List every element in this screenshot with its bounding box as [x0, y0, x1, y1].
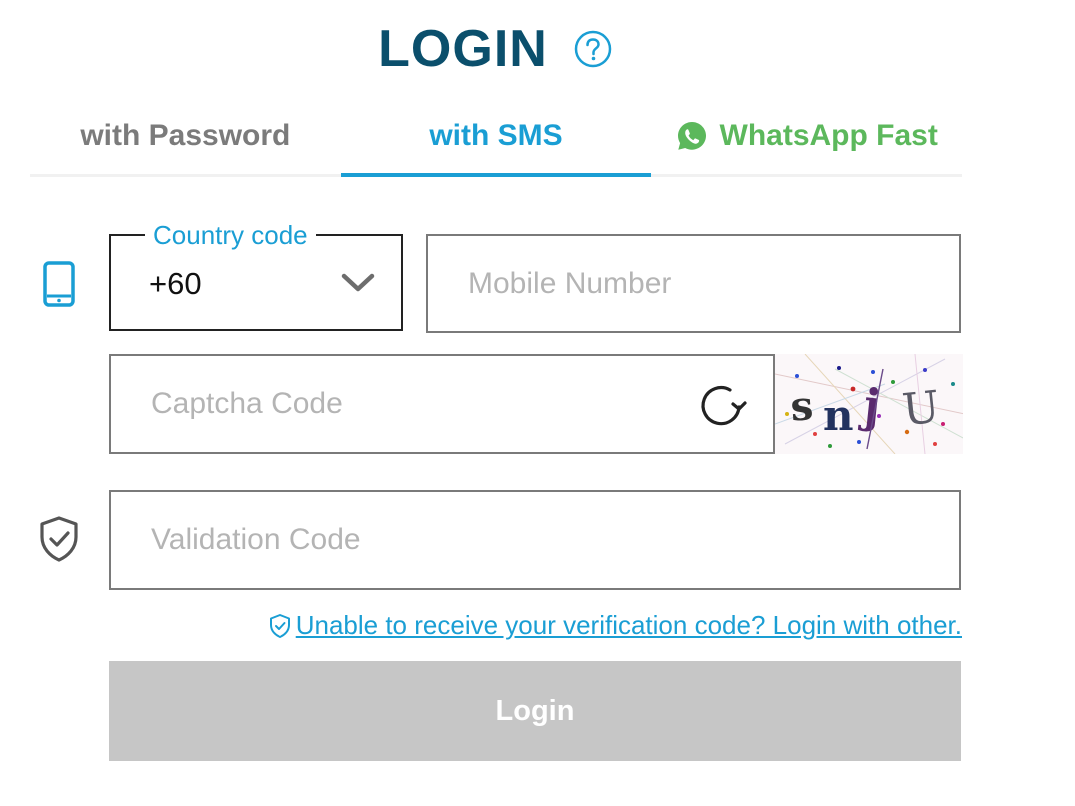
shield-check-icon: [268, 613, 292, 639]
tab-label: WhatsApp Fast: [719, 119, 938, 152]
tab-with-sms[interactable]: with SMS: [340, 98, 652, 177]
title-row: LOGIN: [0, 14, 990, 84]
country-code-value: +60: [149, 266, 202, 301]
mobile-number-input[interactable]: [428, 236, 959, 331]
mobile-number-field: [426, 234, 961, 333]
chevron-down-icon: [341, 270, 375, 294]
tab-with-password[interactable]: with Password: [30, 98, 341, 174]
captcha-field: s n j U: [109, 354, 963, 454]
validation-code-input[interactable]: [111, 492, 959, 588]
login-method-tabs: with Password with SMS WhatsApp Fast: [30, 98, 962, 177]
svg-text:s: s: [789, 382, 815, 430]
page-title: LOGIN: [378, 20, 548, 78]
country-code-label: Country code: [145, 220, 316, 251]
captcha-code-input[interactable]: [111, 356, 711, 452]
validation-code-field: [109, 490, 961, 590]
shield-check-icon: [38, 515, 80, 563]
mobile-phone-icon: [43, 261, 75, 307]
question-circle-icon[interactable]: [574, 30, 612, 68]
login-page: LOGIN with Password with SMS WhatsApp Fa…: [0, 0, 1075, 806]
login-with-other-link[interactable]: Unable to receive your verification code…: [296, 610, 962, 641]
country-code-select[interactable]: Country code +60: [109, 220, 403, 331]
whatsapp-icon: [676, 120, 708, 152]
tab-label: with Password: [80, 119, 291, 152]
tab-whatsapp-fast[interactable]: WhatsApp Fast: [651, 98, 962, 174]
refresh-icon[interactable]: [695, 380, 749, 430]
captcha-image[interactable]: s n j U: [773, 354, 963, 454]
login-button[interactable]: Login: [109, 661, 961, 761]
help-link-row: Unable to receive your verification code…: [218, 610, 962, 641]
svg-text:U: U: [900, 382, 942, 437]
tab-label: with SMS: [429, 119, 563, 152]
svg-text:n: n: [823, 391, 854, 440]
